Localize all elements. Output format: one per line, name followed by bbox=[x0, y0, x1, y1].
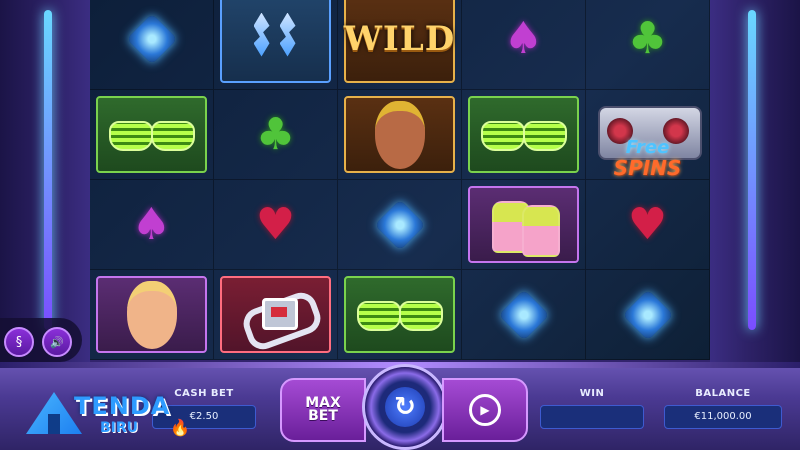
reel-cell: ♣ bbox=[214, 90, 338, 180]
shutter-glasses-icon bbox=[107, 120, 197, 151]
win-label: WIN bbox=[579, 388, 605, 399]
autoplay-icon: ▶ bbox=[469, 394, 501, 426]
tendabiru-watermark: TENDA BIRU 🔥 bbox=[20, 384, 190, 444]
reel-cell bbox=[462, 180, 586, 270]
wild-symbol: WILD bbox=[343, 18, 456, 59]
reel-cell bbox=[338, 90, 462, 180]
blue-gem-icon bbox=[374, 199, 425, 250]
reel-cell: ♠ bbox=[462, 0, 586, 90]
woman-portrait-icon bbox=[355, 95, 445, 175]
reel-grid: WILD ♠ ♣ ♣ Free SPINS ♠ ♥ ♥ bbox=[90, 0, 710, 360]
reel-cell bbox=[338, 180, 462, 270]
reel-cell bbox=[586, 270, 710, 360]
shutter-glasses-icon bbox=[479, 120, 569, 151]
reel-cell bbox=[462, 270, 586, 360]
heart-icon: ♥ bbox=[627, 198, 668, 250]
reel-cell: ♣ bbox=[586, 0, 710, 90]
max-bet-button[interactable]: MAX BET bbox=[280, 378, 366, 442]
man-portrait-icon bbox=[107, 275, 197, 355]
balance-value: €11,000.00 bbox=[664, 405, 782, 429]
watermark-line1: TENDA bbox=[74, 392, 171, 420]
blue-gem-icon bbox=[126, 13, 177, 64]
club-icon: ♣ bbox=[255, 108, 296, 160]
spade-icon: ♠ bbox=[131, 198, 172, 250]
autoplay-button[interactable]: ▶ bbox=[442, 378, 528, 442]
reel-cell: ♥ bbox=[586, 180, 710, 270]
spin-icon: ↻ bbox=[385, 387, 425, 427]
reel-cell bbox=[90, 90, 214, 180]
sneakers-icon bbox=[484, 195, 564, 257]
reel-cell: ♥ bbox=[214, 180, 338, 270]
reel-cell: ♠ bbox=[90, 180, 214, 270]
balance-label: BALANCE bbox=[695, 388, 751, 399]
flame-icon: 🔥 bbox=[170, 418, 190, 437]
blue-gem-icon bbox=[622, 289, 673, 340]
autoplay-glyph: ▶ bbox=[480, 403, 490, 417]
lightning-earrings-icon bbox=[236, 9, 316, 69]
reel-cell: WILD bbox=[338, 0, 462, 90]
reel-cell bbox=[338, 270, 462, 360]
win-field: WIN bbox=[540, 388, 644, 436]
sound-icon: 🔊 bbox=[50, 335, 64, 349]
spade-icon: ♠ bbox=[503, 12, 544, 64]
reel-cell: Free SPINS bbox=[586, 90, 710, 180]
wrist-watch-icon bbox=[236, 280, 325, 354]
free-spins-line2: SPINS bbox=[613, 155, 682, 180]
paytable-button[interactable]: § bbox=[4, 327, 34, 357]
reel-cell bbox=[214, 270, 338, 360]
reel-cell bbox=[90, 0, 214, 90]
max-bet-label-line2: BET bbox=[308, 408, 338, 424]
right-frame bbox=[710, 0, 800, 370]
free-spins-line1: Free bbox=[625, 136, 670, 158]
club-icon: ♣ bbox=[627, 12, 668, 64]
watermark-line2: BIRU bbox=[100, 420, 139, 436]
heart-icon: ♥ bbox=[255, 198, 296, 250]
free-spins-boombox-icon: Free SPINS bbox=[593, 100, 703, 180]
left-frame bbox=[0, 0, 90, 370]
reel-cell bbox=[90, 270, 214, 360]
balance-field: BALANCE €11,000.00 bbox=[664, 388, 782, 436]
reel-cell bbox=[462, 90, 586, 180]
spin-button[interactable]: ↻ bbox=[362, 364, 448, 450]
win-value bbox=[540, 405, 644, 429]
reel-cell bbox=[214, 0, 338, 90]
blue-gem-icon bbox=[498, 289, 549, 340]
sound-button[interactable]: 🔊 bbox=[42, 327, 72, 357]
shutter-glasses-icon bbox=[355, 300, 445, 331]
paytable-icon: § bbox=[15, 334, 23, 350]
